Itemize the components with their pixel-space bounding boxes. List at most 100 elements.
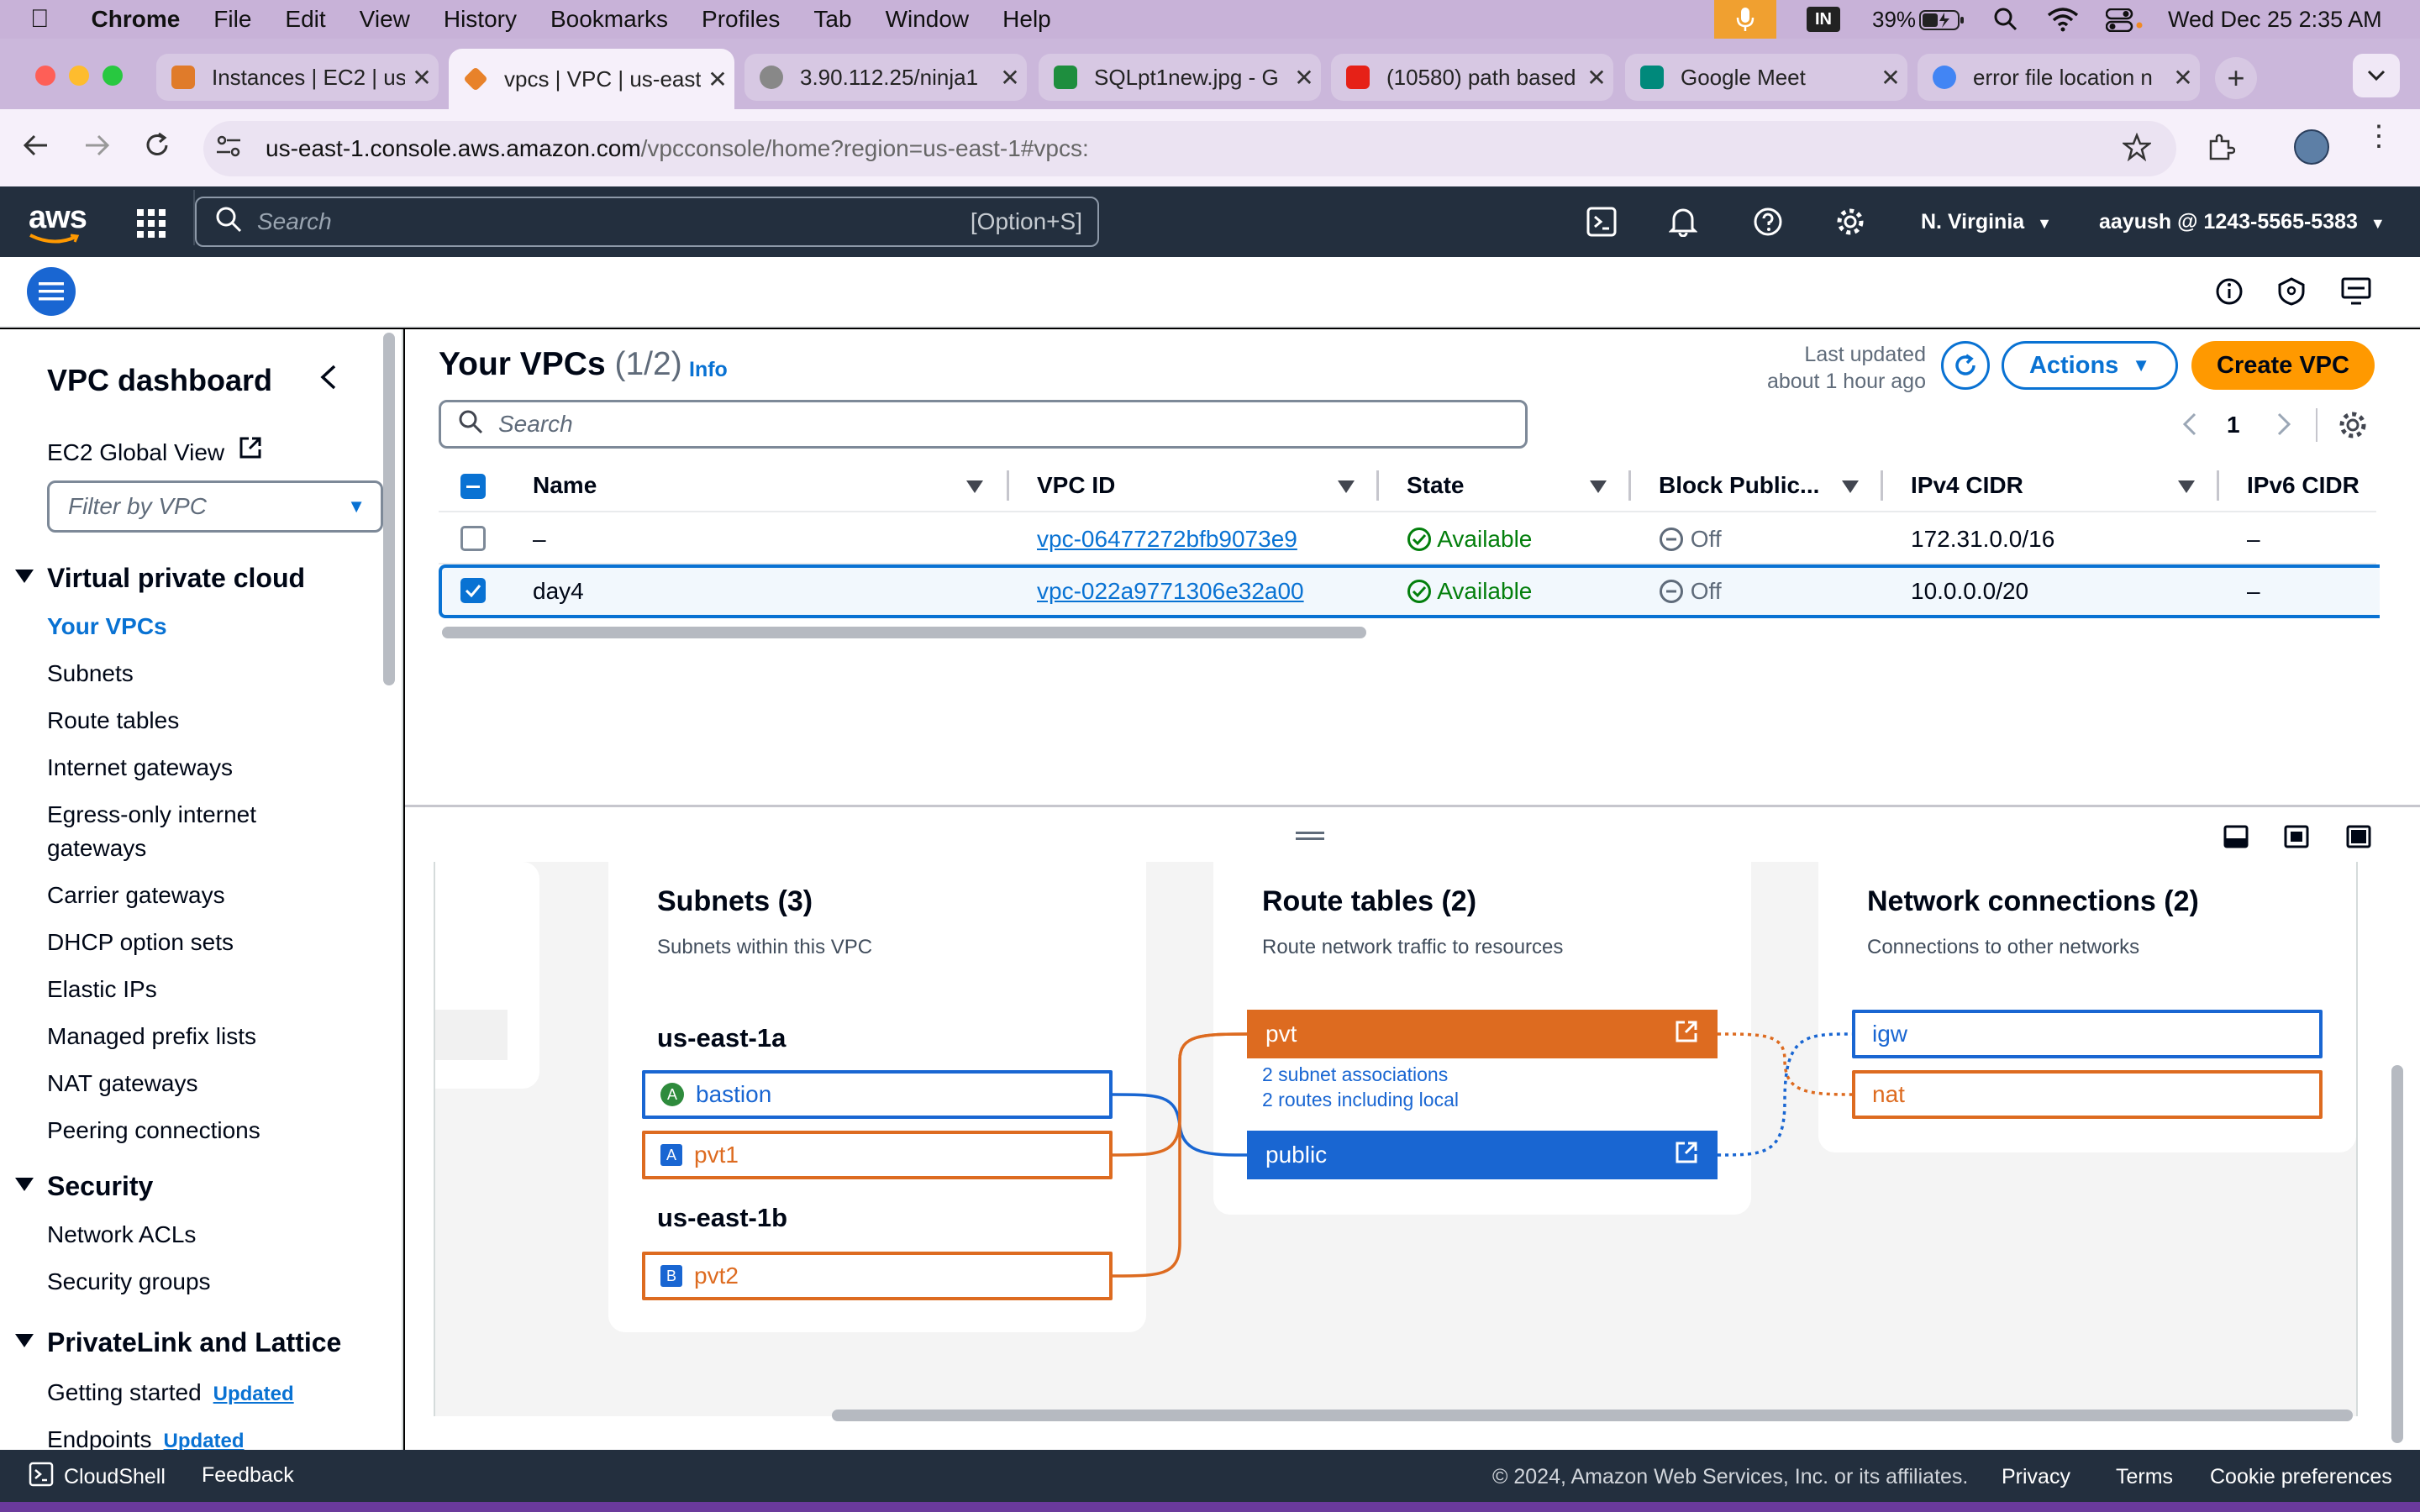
menu-hamburger-icon[interactable] — [27, 267, 76, 316]
create-vpc-button[interactable]: Create VPC — [2191, 341, 2375, 390]
terms-link[interactable]: Terms — [2116, 1465, 2173, 1489]
sidebar-item-dhcp-option-sets[interactable]: DHCP option sets — [47, 929, 234, 956]
prev-page-icon[interactable] — [2181, 412, 2198, 441]
drag-handle-icon[interactable] — [1296, 832, 1324, 840]
vpc-search-input[interactable]: Search — [439, 400, 1528, 449]
tab-sqlpt1new[interactable]: SQLpt1new.jpg - G ✕ — [1039, 54, 1321, 101]
row-checkbox[interactable] — [460, 526, 486, 551]
help-icon[interactable] — [1753, 207, 1783, 241]
next-page-icon[interactable] — [2275, 412, 2292, 441]
minimize-window-icon[interactable] — [69, 66, 89, 86]
column-resizer[interactable] — [1881, 470, 1883, 501]
close-window-icon[interactable] — [35, 66, 55, 86]
tab-search-icon[interactable] — [2353, 54, 2400, 97]
sidebar-item-egress-only-gateways[interactable]: gateways — [47, 835, 146, 862]
row-checkbox-checked[interactable] — [460, 578, 486, 603]
close-tab-icon[interactable]: ✕ — [701, 66, 734, 93]
tab-vpcs[interactable]: vpcs | VPC | us-east ✕ — [449, 49, 734, 109]
tab-ec2-instances[interactable]: Instances | EC2 | us- ✕ — [156, 54, 439, 101]
col-header-name[interactable]: Name — [533, 472, 597, 499]
sidebar-item-elastic-ips[interactable]: Elastic IPs — [47, 976, 157, 1003]
column-resizer[interactable] — [2217, 470, 2219, 501]
network-igw[interactable]: igw — [1852, 1010, 2323, 1058]
services-grid-icon[interactable] — [136, 208, 166, 243]
sidebar-item-subnets[interactable]: Subnets — [47, 660, 134, 687]
sidebar-item-peering-connections[interactable]: Peering connections — [47, 1117, 260, 1144]
site-info-icon[interactable] — [215, 134, 242, 164]
menu-bookmarks[interactable]: Bookmarks — [550, 6, 668, 33]
close-tab-icon[interactable]: ✕ — [2166, 64, 2200, 92]
cloudshell-footer-button[interactable]: CloudShell — [29, 1462, 166, 1493]
sidebar-item-security-groups[interactable]: Security groups — [47, 1268, 211, 1295]
route-table-pvt[interactable]: pvt — [1247, 1010, 1718, 1058]
collapse-sidebar-icon[interactable] — [318, 363, 338, 396]
subnet-pvt2[interactable]: B pvt2 — [642, 1252, 1113, 1300]
cookie-preferences-link[interactable]: Cookie preferences — [2210, 1465, 2392, 1489]
sort-caret-icon[interactable] — [966, 480, 983, 493]
microphone-icon[interactable] — [1714, 0, 1776, 39]
network-nat[interactable]: nat — [1852, 1070, 2323, 1119]
sidebar-scrollbar[interactable] — [383, 333, 395, 685]
sidebar-item-carrier-gateways[interactable]: Carrier gateways — [47, 882, 225, 909]
region-selector[interactable]: N. Virginia ▼ — [1921, 210, 2052, 234]
col-header-state[interactable]: State — [1407, 472, 1464, 499]
page-number[interactable]: 1 — [2227, 412, 2240, 438]
control-center-icon[interactable] — [2105, 8, 2143, 36]
sidebar-item-ec2-global-view[interactable]: EC2 Global View — [47, 435, 263, 466]
actions-button[interactable]: Actions ▼ — [2002, 341, 2178, 390]
panel-side-icon[interactable] — [2284, 825, 2309, 853]
address-bar[interactable]: us-east-1.console.aws.amazon.com/vpccons… — [203, 121, 2176, 176]
notifications-bell-icon[interactable] — [1668, 207, 1698, 241]
sidebar-item-endpoints[interactable]: Endpoints Updated — [47, 1426, 245, 1450]
table-preferences-gear-icon[interactable] — [2338, 410, 2368, 444]
caret-down-icon[interactable] — [15, 1178, 34, 1191]
menu-view[interactable]: View — [360, 6, 410, 33]
sidebar-item-getting-started[interactable]: Getting started Updated — [47, 1379, 294, 1406]
close-tab-icon[interactable]: ✕ — [993, 64, 1027, 92]
new-tab-button[interactable]: + — [2215, 57, 2257, 99]
sidebar-item-managed-prefix-lists[interactable]: Managed prefix lists — [47, 1023, 256, 1050]
caret-down-icon[interactable] — [15, 1334, 34, 1347]
close-tab-icon[interactable]: ✕ — [1874, 64, 1907, 92]
sidebar-item-egress-only-internet[interactable]: Egress-only internet — [47, 801, 256, 828]
privacy-link[interactable]: Privacy — [2002, 1465, 2070, 1489]
settings-gear-icon[interactable] — [1835, 207, 1865, 241]
caret-down-icon[interactable] — [15, 570, 34, 583]
tab-google-meet[interactable]: Google Meet ✕ — [1625, 54, 1907, 101]
battery-icon[interactable] — [1919, 10, 1966, 34]
section-security[interactable]: Security — [47, 1171, 153, 1202]
close-tab-icon[interactable]: ✕ — [1287, 64, 1321, 92]
main-vertical-scrollbar[interactable] — [2391, 1065, 2403, 1443]
sidebar-item-route-tables[interactable]: Route tables — [47, 707, 179, 734]
back-icon[interactable] — [22, 133, 50, 162]
feedback-link[interactable]: Feedback — [202, 1463, 294, 1488]
col-header-block-public[interactable]: Block Public... — [1659, 472, 1819, 499]
bookmark-star-icon[interactable] — [2121, 132, 2153, 165]
security-icon[interactable] — [2277, 277, 2306, 310]
panel-bottom-icon[interactable] — [2223, 825, 2249, 853]
menu-help[interactable]: Help — [1002, 6, 1051, 33]
sidebar-item-your-vpcs[interactable]: Your VPCs — [47, 613, 167, 640]
subnet-bastion[interactable]: A bastion — [642, 1070, 1113, 1119]
cell-vpc-id-link[interactable]: vpc-022a9771306e32a00 — [1037, 578, 1304, 605]
menu-edit[interactable]: Edit — [285, 6, 325, 33]
route-table-public[interactable]: public — [1247, 1131, 1718, 1179]
sort-caret-icon[interactable] — [2178, 480, 2195, 493]
col-header-ipv4-cidr[interactable]: IPv4 CIDR — [1911, 472, 2023, 499]
column-resizer[interactable] — [1376, 470, 1379, 501]
external-link-icon[interactable] — [1674, 1140, 1699, 1171]
account-menu[interactable]: aayush @ 1243-5565-5383 ▼ — [2099, 210, 2386, 234]
sidebar-item-nat-gateways[interactable]: NAT gateways — [47, 1070, 197, 1097]
column-resizer[interactable] — [1628, 470, 1631, 501]
menu-profiles[interactable]: Profiles — [702, 6, 780, 33]
subnet-pvt1[interactable]: A pvt1 — [642, 1131, 1113, 1179]
sort-caret-icon[interactable] — [1842, 480, 1859, 493]
tab-ninja[interactable]: 3.90.112.25/ninja1 ✕ — [744, 54, 1027, 101]
menu-app-chrome[interactable]: Chrome — [92, 6, 181, 33]
external-link-icon[interactable] — [1674, 1019, 1699, 1050]
tab-youtube[interactable]: (10580) path based ✕ — [1331, 54, 1613, 101]
profile-avatar[interactable] — [2294, 129, 2329, 165]
apple-icon[interactable]:  — [30, 5, 50, 34]
sort-caret-icon[interactable] — [1338, 480, 1355, 493]
menu-window[interactable]: Window — [886, 6, 970, 33]
